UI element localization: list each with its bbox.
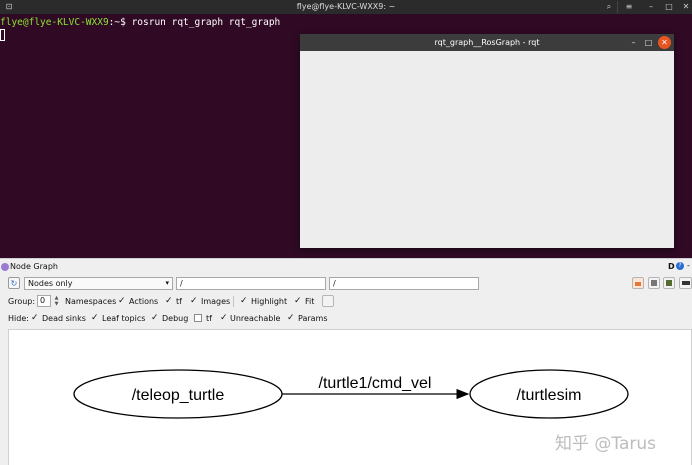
filter-toolbar: ↻ Nodes only ▾ / /	[0, 277, 692, 291]
close-icon[interactable]: ✕	[677, 1, 692, 13]
hide-leaf-topics-checkbox[interactable]: ✓	[91, 313, 99, 323]
panel-minimize-button[interactable]: -	[687, 261, 690, 270]
topic-filter-input[interactable]: /	[329, 277, 479, 290]
node-turtlesim[interactable]: /turtlesim	[469, 369, 629, 419]
terminal-titlebar: ⊡ flye@flye-KLVC-WXX9: ~ ⌕ ≡ – □ ✕	[0, 0, 692, 14]
node-teleop-turtle[interactable]: /teleop_turtle	[73, 369, 283, 419]
option-images-label: Images	[201, 297, 231, 306]
save-dot-icon[interactable]	[648, 277, 660, 289]
rqt-plugin-icon	[1, 263, 9, 271]
group-label: Group:	[8, 297, 36, 306]
chevron-down-icon: ▾	[165, 279, 169, 287]
prompt-path: :~$	[108, 17, 126, 28]
maximize-icon[interactable]: □	[660, 1, 678, 13]
rqt-close-icon[interactable]: ✕	[658, 36, 671, 49]
graph-mode-value: Nodes only	[28, 279, 73, 288]
option-highlight-label: Highlight	[251, 297, 288, 306]
terminal-window-title: flye@flye-KLVC-WXX9: ~	[296, 2, 396, 11]
spin-arrows-icon[interactable]: ▲ ▼	[53, 295, 60, 307]
dock-d-button[interactable]: D	[668, 262, 675, 271]
hide-unreachable-label: Unreachable	[230, 314, 281, 323]
option-fit-checkbox[interactable]: ✓	[294, 296, 302, 306]
node-teleop-turtle-label: /teleop_turtle	[132, 387, 225, 404]
search-icon[interactable]: ⌕	[600, 1, 618, 13]
option-namespaces-label: Namespaces	[65, 297, 117, 306]
option-actions-checkbox[interactable]: ✓	[118, 296, 126, 306]
terminal-cursor	[0, 29, 5, 41]
load-dot-icon[interactable]	[632, 277, 644, 289]
rqt-minimize-icon[interactable]: –	[627, 36, 640, 49]
option-highlight-checkbox[interactable]: ✓	[240, 296, 248, 306]
terminal-command-line: flye@flye-KLVC-WXX9:~$ rosrun rqt_graph …	[0, 17, 280, 28]
edge-cmd-vel[interactable]: /turtle1/cmd_vel	[282, 375, 470, 400]
rqt-titlebar[interactable]: rqt_graph__RosGraph - rqt – □ ✕	[300, 34, 674, 51]
save-svg-icon[interactable]	[663, 277, 675, 289]
hide-dead-sinks-checkbox[interactable]: ✓	[31, 313, 39, 323]
option-actions-label: Actions	[129, 297, 159, 306]
help-icon[interactable]: ?	[676, 262, 684, 270]
prompt-user: flye@flye-KLVC-WXX9	[0, 17, 109, 28]
hide-debug-checkbox[interactable]: ✓	[151, 313, 159, 323]
refresh-icon[interactable]: ↻	[8, 277, 20, 289]
hide-params-label: Params	[298, 314, 328, 323]
hide-params-checkbox[interactable]: ✓	[287, 313, 295, 323]
rqt-window: rqt_graph__RosGraph - rqt – □ ✕	[300, 34, 674, 248]
graph-mode-select[interactable]: Nodes only ▾	[24, 277, 173, 290]
option-images-checkbox[interactable]: ✓	[190, 296, 198, 306]
option-fit-label: Fit	[305, 297, 315, 306]
hide-tf-label: tf	[206, 314, 212, 323]
group-spinbox[interactable]: 0	[37, 295, 51, 307]
watermark: 知乎 @Tarus	[555, 434, 657, 454]
options-divider	[233, 296, 234, 307]
node-graph-header: Node Graph D ? -	[0, 259, 692, 275]
minimize-icon[interactable]: –	[642, 1, 660, 13]
save-image-icon[interactable]	[679, 277, 692, 289]
hide-tf-checkbox[interactable]	[194, 314, 202, 322]
rqt-maximize-icon[interactable]: □	[642, 36, 655, 49]
fit-view-icon[interactable]	[322, 295, 334, 307]
terminal-command: rosrun rqt_graph rqt_graph	[125, 17, 281, 28]
hide-debug-label: Debug	[162, 314, 189, 323]
namespace-filter-input[interactable]: /	[176, 277, 326, 290]
option-tf-label: tf	[176, 297, 182, 306]
rqt-window-title: rqt_graph__RosGraph - rqt	[434, 38, 540, 47]
hide-dead-sinks-label: Dead sinks	[42, 314, 86, 323]
hide-unreachable-checkbox[interactable]: ✓	[220, 313, 228, 323]
hide-leaf-topics-label: Leaf topics	[102, 314, 146, 323]
screen: ⊡ flye@flye-KLVC-WXX9: ~ ⌕ ≡ – □ ✕ flye@…	[0, 0, 692, 465]
hamburger-menu-icon[interactable]: ≡	[620, 1, 638, 13]
group-options-row: Group: 0 ▲ ▼ Namespaces ✓ Actions ✓ tf ✓ …	[0, 295, 692, 308]
edge-cmd-vel-label: /turtle1/cmd_vel	[319, 375, 432, 392]
hide-options-row: Hide: ✓ Dead sinks ✓ Leaf topics ✓ Debug…	[0, 312, 692, 325]
option-tf-checkbox[interactable]: ✓	[165, 296, 173, 306]
node-graph-title: Node Graph	[10, 262, 58, 271]
titlebar-divider	[617, 1, 618, 13]
hide-label: Hide:	[8, 314, 29, 323]
node-turtlesim-label: /turtlesim	[517, 387, 582, 404]
